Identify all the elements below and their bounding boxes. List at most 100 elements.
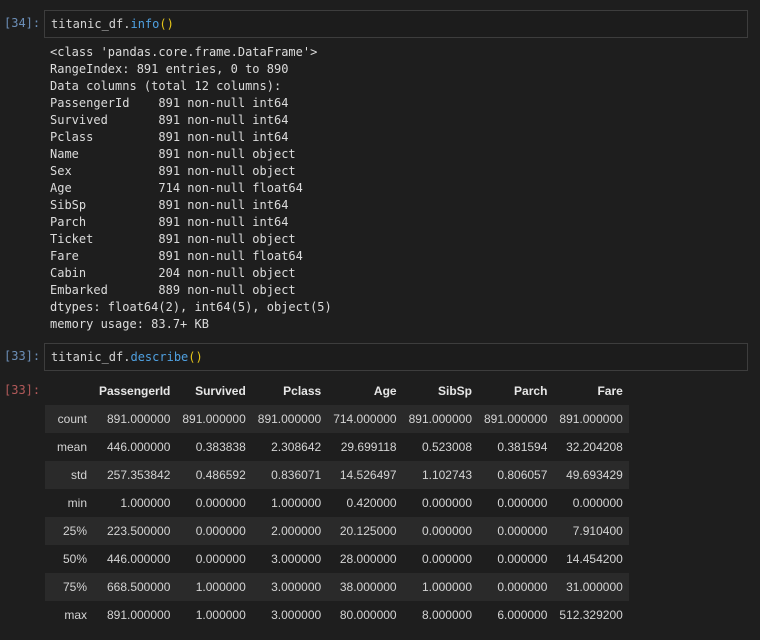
output-line: Sex 891 non-null object (50, 164, 296, 178)
column-header: Fare (597, 384, 623, 398)
output-line: SibSp 891 non-null int64 (50, 198, 289, 212)
output-line: Age 714 non-null float64 (50, 181, 303, 195)
table-cell: 0.383838 (195, 440, 246, 454)
column-header: Age (373, 384, 397, 398)
output-prompt-33: [33]: (4, 383, 41, 397)
code-method: describe (130, 350, 189, 364)
table-row: count 891.000000 891.000000 891.000000 714.0… (45, 405, 629, 433)
table-cell: 891.000000 (408, 412, 472, 426)
table-row: std 257.353842 0.486592 0.836071 14.526497 1.… (45, 461, 629, 489)
table-cell: 223.500000 (106, 524, 171, 538)
row-index-label: max (64, 608, 87, 622)
table-cell: 891.000000 (106, 412, 171, 426)
code-input-describe[interactable]: titanic_df.describe() (44, 343, 748, 371)
table-cell: 891.000000 (559, 412, 623, 426)
code-object: titanic_df (51, 350, 124, 364)
output-line: Parch 891 non-null int64 (50, 215, 289, 229)
column-header: Pclass (283, 384, 322, 398)
table-cell: 3.000000 (271, 552, 322, 566)
table-cell: 0.806057 (497, 468, 548, 482)
output-line: Name 891 non-null object (50, 147, 296, 161)
column-header: Parch (514, 384, 548, 398)
table-cell: 0.381594 (497, 440, 548, 454)
row-index-label: std (70, 468, 87, 482)
output-line: memory usage: 83.7+ KB (50, 317, 209, 331)
input-prompt-34: [34]: (4, 16, 41, 30)
output-line: dtypes: float64(2), int64(5), object(5) (50, 300, 332, 314)
table-row: max 891.000000 1.000000 3.000000 80.000000 8.… (45, 601, 629, 629)
column-header: Survived (195, 384, 246, 398)
table-cell: 29.699118 (340, 440, 397, 454)
table-cell: 0.000000 (497, 496, 548, 510)
table-cell: 3.000000 (271, 580, 322, 594)
table-cell: 0.000000 (572, 496, 623, 510)
table-cell: 891.000000 (106, 608, 171, 622)
output-line: RangeIndex: 891 entries, 0 to 890 (50, 62, 289, 76)
table-cell: 512.329200 (559, 608, 623, 622)
output-line: <class 'pandas.core.frame.DataFrame'> (50, 45, 318, 59)
output-line: Pclass 891 non-null int64 (50, 130, 289, 144)
table-cell: 1.000000 (195, 580, 246, 594)
table-row: 25% 223.500000 0.000000 2.000000 20.125000 0.… (45, 517, 629, 545)
table-cell: 31.000000 (566, 580, 623, 594)
table-cell: 8.000000 (421, 608, 472, 622)
table-cell: 6.000000 (497, 608, 548, 622)
table-cell: 0.486592 (195, 468, 246, 482)
row-index-label: count (57, 412, 87, 426)
output-line: Fare 891 non-null float64 (50, 249, 303, 263)
table-cell: 1.000000 (195, 608, 246, 622)
table-cell: 0.000000 (195, 496, 246, 510)
table-header-row: PassengerId Survived Pclass Age SibSp Parch Fa… (45, 377, 629, 405)
table-cell: 891.000000 (182, 412, 246, 426)
table-row: 75% 668.500000 1.000000 3.000000 38.000000 1.… (45, 573, 629, 601)
info-output: <class 'pandas.core.frame.DataFrame'> Ran… (50, 44, 740, 333)
table-cell: 80.000000 (339, 608, 397, 622)
table-body: count 891.000000 891.000000 891.000000 714.0… (45, 405, 629, 629)
table-cell: 3.000000 (271, 608, 322, 622)
table-cell: 1.102743 (421, 468, 472, 482)
output-line: Ticket 891 non-null object (50, 232, 296, 246)
table-cell: 14.526497 (339, 468, 397, 482)
table-cell: 0.000000 (497, 524, 548, 538)
column-header: SibSp (437, 384, 472, 398)
table-cell: 446.000000 (106, 552, 171, 566)
table-cell: 2.000000 (271, 524, 322, 538)
column-header: PassengerId (99, 384, 171, 398)
table-cell: 668.500000 (106, 580, 171, 594)
table-cell: 2.308642 (271, 440, 322, 454)
output-line: Embarked 889 non-null object (50, 283, 296, 297)
row-index-label: min (67, 496, 87, 510)
table-cell: 891.000000 (257, 412, 322, 426)
describe-dataframe: PassengerId Survived Pclass Age SibSp Parch Fa… (45, 377, 629, 629)
table-cell: 32.204208 (566, 440, 623, 454)
table-cell: 49.693429 (566, 468, 623, 482)
code-method: info (130, 17, 160, 31)
table-cell: 0.000000 (421, 552, 472, 566)
table-cell: 7.910400 (572, 524, 623, 538)
code-args: () (159, 17, 174, 31)
table-cell: 0.000000 (195, 552, 246, 566)
table-row: min 1.000000 0.000000 1.000000 0.420000 0.000… (45, 489, 629, 517)
table-cell: 28.000000 (339, 552, 397, 566)
table-cell: 0.000000 (421, 524, 472, 538)
table-cell: 1.000000 (421, 580, 472, 594)
table-cell: 0.000000 (195, 524, 246, 538)
table-cell: 38.000000 (339, 580, 397, 594)
table-cell: 14.454200 (566, 552, 623, 566)
table-cell: 0.000000 (497, 552, 548, 566)
output-line: Data columns (total 12 columns): (50, 79, 282, 93)
table-cell: 1.000000 (120, 496, 171, 510)
code-args: () (188, 350, 203, 364)
table-cell: 0.420000 (346, 496, 397, 510)
table-cell: 0.000000 (421, 496, 472, 510)
output-line: Survived 891 non-null int64 (50, 113, 289, 127)
table-cell: 1.000000 (271, 496, 322, 510)
output-line: Cabin 204 non-null object (50, 266, 296, 280)
table-row: mean 446.000000 0.383838 2.308642 29.699118 0… (45, 433, 629, 461)
index-header (45, 377, 93, 405)
table-cell: 0.836071 (271, 468, 322, 482)
table-cell: 0.523008 (421, 440, 472, 454)
code-input-info[interactable]: titanic_df.info() (44, 10, 748, 38)
input-prompt-33: [33]: (4, 349, 41, 363)
output-line: PassengerId 891 non-null int64 (50, 96, 289, 110)
